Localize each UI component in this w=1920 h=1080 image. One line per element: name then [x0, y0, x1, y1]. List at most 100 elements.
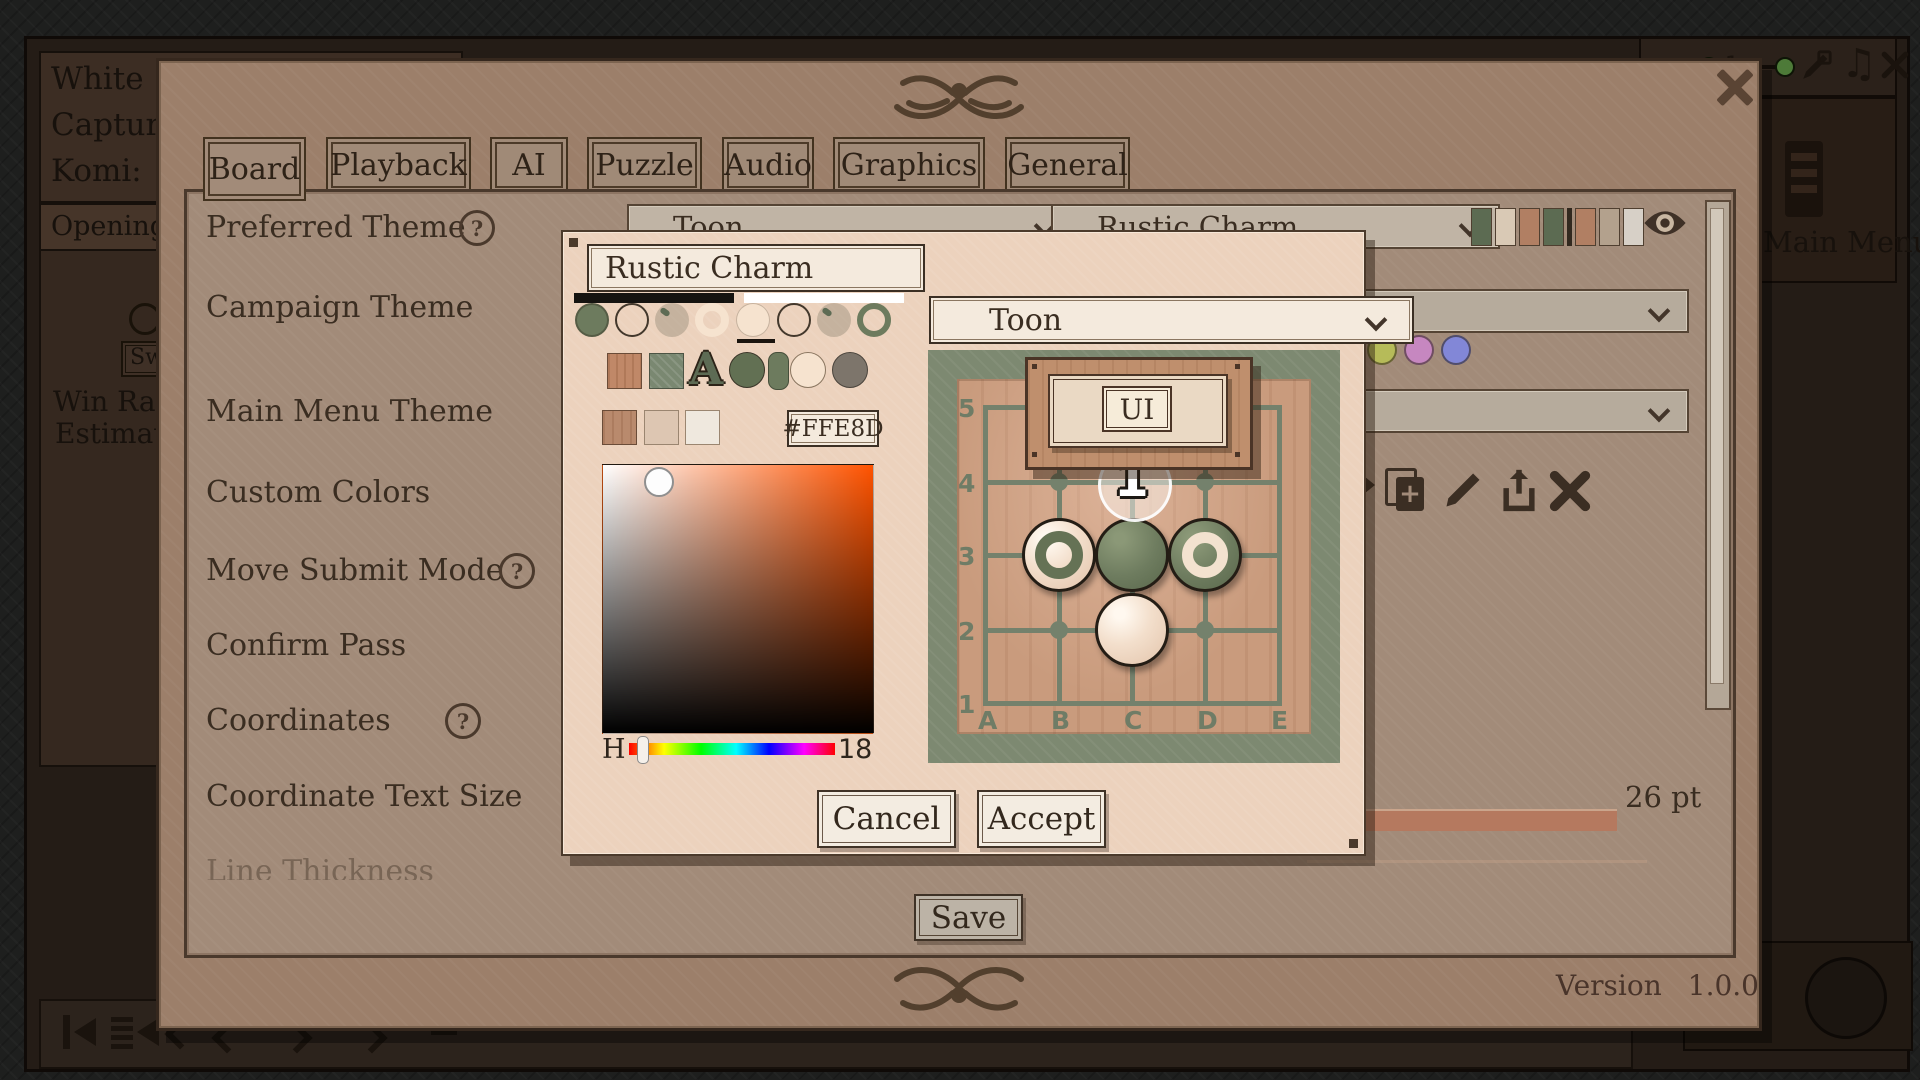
tab-graphics[interactable]: Graphics: [833, 137, 985, 193]
star-point: [1196, 621, 1214, 639]
element-option-disabled[interactable]: [655, 303, 689, 337]
hue-slider-thumb[interactable]: [637, 736, 649, 764]
accept-button[interactable]: Accept: [977, 790, 1106, 848]
element-option-outline-2[interactable]: [777, 303, 811, 337]
col-coordinate: E: [1271, 706, 1288, 735]
line-thickness-row-clipped: Line Thickness: [206, 854, 506, 880]
element-option-black-stone[interactable]: [575, 303, 609, 337]
strip-divider: [1567, 208, 1572, 246]
ui-sample-label: UI: [1120, 393, 1155, 426]
delete-x-icon[interactable]: [1547, 468, 1593, 514]
white-stone-tab[interactable]: [744, 293, 904, 303]
screen: White Captures Komi: 6 Opening G Sw Win …: [0, 0, 1920, 1080]
element-option-stone-gray[interactable]: [832, 352, 868, 388]
swatch-beige[interactable]: [644, 410, 679, 445]
preview-theme-dropdown[interactable]: Toon: [929, 296, 1414, 344]
row-coordinate: 3: [958, 542, 975, 571]
black-stone-tab[interactable]: [574, 293, 734, 303]
duplicate-icon[interactable]: +: [1385, 468, 1429, 514]
tab-puzzle[interactable]: Puzzle: [587, 137, 702, 193]
swatch-wood[interactable]: [602, 410, 637, 445]
campaign-theme-label: Campaign Theme: [206, 290, 473, 325]
row-coordinate: 4: [958, 469, 975, 498]
theme-name-input[interactable]: Rustic Charm: [587, 244, 925, 292]
element-option-white-stone-selected[interactable]: [736, 303, 770, 337]
row-coordinate: 1: [958, 690, 975, 719]
element-option-outline[interactable]: [615, 303, 649, 337]
stone-black-with-ring: [1168, 518, 1242, 592]
line-thickness-label: Line Thickness: [206, 854, 434, 880]
settings-scrollbar[interactable]: [1705, 200, 1731, 710]
music-icon[interactable]: ♫: [1841, 41, 1877, 87]
element-option-board-wood[interactable]: [607, 353, 642, 389]
element-option-ring-green[interactable]: [857, 303, 891, 337]
line-thickness-slider-faint[interactable]: [1307, 860, 1647, 863]
export-icon[interactable]: [1497, 466, 1541, 514]
slider-knob-2[interactable]: [1775, 57, 1795, 77]
version-text: Version1.0.0: [1439, 969, 1759, 1002]
tab-general[interactable]: General: [1005, 137, 1130, 193]
hue-slider[interactable]: [629, 743, 835, 755]
star-point: [1196, 473, 1214, 491]
theme-swatch: [1495, 208, 1516, 246]
skip-start-icon[interactable]: [63, 1015, 70, 1049]
theme-swatch: [1519, 208, 1540, 246]
tab-audio[interactable]: Audio: [722, 137, 814, 193]
bottom-flourish-ornament: [859, 961, 1059, 1021]
close-icon[interactable]: [1713, 67, 1753, 107]
save-button[interactable]: Save: [914, 894, 1023, 941]
element-option-board-border[interactable]: [649, 353, 684, 389]
star-point: [1050, 621, 1068, 639]
hue-label: H: [602, 734, 626, 765]
gradient-selector[interactable]: [644, 467, 674, 497]
preferred-theme-label: Preferred Theme: [206, 210, 466, 245]
col-coordinate: D: [1197, 706, 1218, 735]
skip-start-icon-triangle[interactable]: [74, 1018, 96, 1046]
chevron-down-icon: [1648, 300, 1671, 323]
scrollbar-thumb[interactable]: [1710, 208, 1724, 684]
element-option-stone-cream[interactable]: [790, 352, 826, 388]
move-submit-mode-help-icon[interactable]: ?: [499, 553, 535, 589]
mute-x-icon[interactable]: [1879, 49, 1911, 81]
swatch-offwhite[interactable]: [685, 410, 720, 445]
pass-circle-button[interactable]: [1805, 957, 1887, 1039]
brush-icon[interactable]: [1799, 49, 1833, 83]
row-coordinate: 5: [958, 394, 975, 423]
cancel-button[interactable]: Cancel: [817, 790, 956, 848]
rewind-list-icon[interactable]: [111, 1017, 133, 1049]
hex-color-input[interactable]: #FFE8D: [787, 410, 879, 447]
col-coordinate: C: [1124, 706, 1142, 735]
star-point: [1050, 473, 1068, 491]
hue-value: 18: [838, 734, 872, 765]
ui-sample-panel: UI: [1025, 357, 1253, 470]
theme-swatch: [1599, 208, 1620, 246]
coordinate-size-value: 26 pt: [1625, 780, 1701, 814]
color-dot: [1441, 335, 1471, 365]
move-submit-mode-label: Move Submit Mode: [206, 553, 503, 588]
theme-swatch: [1471, 208, 1492, 246]
coordinates-label: Coordinates: [206, 703, 391, 738]
theme-swatch: [1623, 208, 1644, 246]
custom-colors-label: Custom Colors: [206, 475, 430, 510]
preferred-theme-help-icon[interactable]: ?: [459, 210, 495, 246]
tab-board[interactable]: Board: [203, 137, 306, 201]
element-option-disabled-2[interactable]: [817, 303, 851, 337]
color-gradient-picker[interactable]: [602, 464, 874, 734]
element-option-bar[interactable]: [768, 352, 789, 390]
corner-mark: [1349, 839, 1358, 848]
element-option-ring-cream[interactable]: [695, 303, 729, 337]
element-option-letter[interactable]: A: [689, 344, 723, 395]
tab-ai[interactable]: AI: [490, 137, 568, 193]
eye-preview-icon[interactable]: [1643, 208, 1687, 238]
selected-underline: [737, 339, 775, 343]
coordinates-help-icon[interactable]: ?: [445, 703, 481, 739]
top-flourish-ornament: [859, 65, 1059, 125]
element-option-stone-dark[interactable]: [729, 352, 765, 388]
edit-pencil-icon[interactable]: [1441, 468, 1485, 512]
tab-playback[interactable]: Playback: [326, 137, 471, 193]
chevron-down-icon: [1648, 400, 1671, 423]
theme-color-strip: [1471, 208, 1644, 246]
theme-swatch: [1575, 208, 1596, 246]
stone-white: [1095, 593, 1169, 667]
chevron-down-icon: [1365, 309, 1388, 332]
